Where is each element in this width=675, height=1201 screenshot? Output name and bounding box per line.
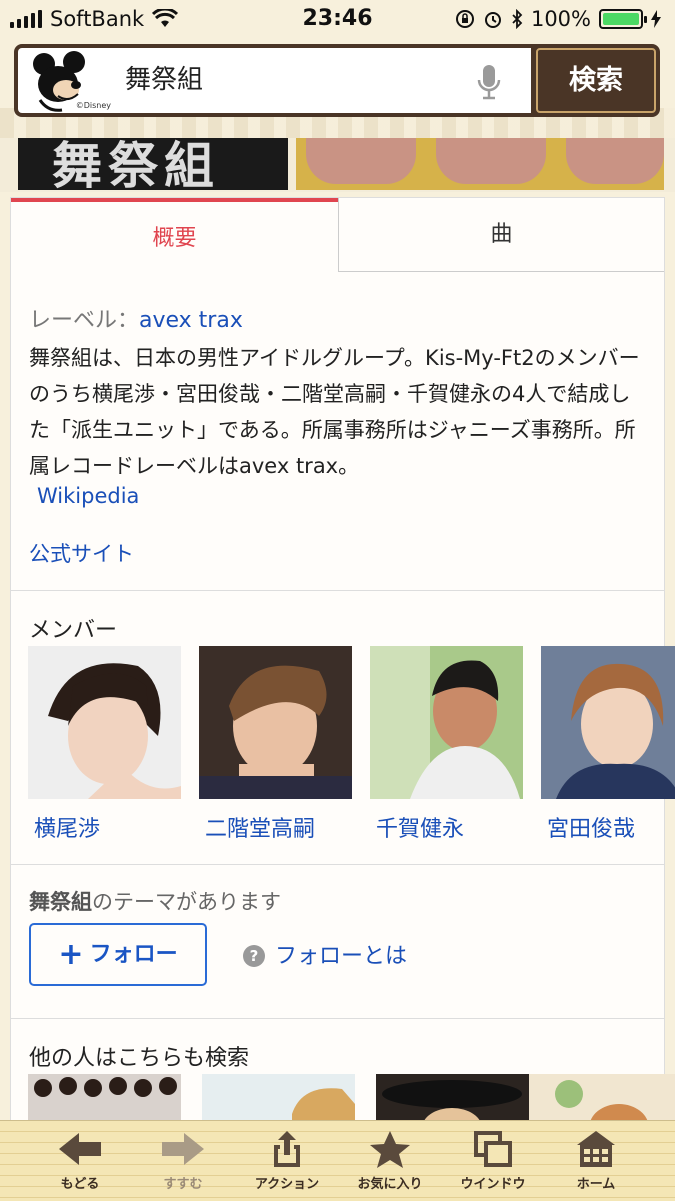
follow-button[interactable]: + フォロー	[29, 923, 207, 986]
member-name[interactable]: 千賀健永	[370, 811, 523, 843]
official-site-link[interactable]: 公式サイト	[29, 538, 134, 568]
member-name[interactable]: 横尾渉	[28, 811, 181, 843]
battery-icon	[599, 9, 647, 29]
windows-icon	[474, 1131, 512, 1167]
label-row: レーベル：avex trax	[29, 302, 243, 334]
hero-image-right[interactable]	[296, 138, 664, 190]
favorites-label: お気に入り	[357, 1177, 423, 1192]
members-list: 横尾渉 二階堂高嗣 千賀健永 宮田俊哉	[28, 646, 675, 846]
tab-songs[interactable]: 曲	[338, 198, 664, 272]
follow-help-label: フォローとは	[275, 944, 408, 969]
member-card[interactable]: 二階堂高嗣	[199, 646, 352, 843]
related-searches-title: 他の人はこちらも検索	[29, 1046, 250, 1071]
divider	[11, 1018, 664, 1019]
back-button[interactable]: もどる	[25, 1129, 135, 1192]
star-icon	[370, 1131, 410, 1168]
label-prefix: レーベル：	[29, 308, 140, 333]
theme-suffix: のテーマがあります	[92, 890, 281, 914]
divider	[11, 590, 664, 591]
battery-percent: 100%	[530, 7, 591, 31]
member-photo[interactable]	[199, 646, 352, 799]
label-link[interactable]: avex trax	[139, 308, 243, 333]
search-button[interactable]: 検索	[536, 48, 656, 113]
home-icon	[577, 1131, 615, 1167]
divider	[11, 864, 664, 865]
home-label: ホーム	[576, 1177, 616, 1192]
forward-arrow-icon	[162, 1133, 204, 1165]
search-query: 舞祭組	[125, 65, 204, 95]
member-name[interactable]: 二階堂高嗣	[199, 811, 352, 843]
back-arrow-icon	[59, 1133, 101, 1165]
action-button[interactable]: アクション	[232, 1129, 342, 1192]
follow-label: フォロー	[89, 942, 178, 967]
bottom-toolbar: もどる すすむ アクション お気に入り ウインドウ ホーム	[0, 1120, 675, 1201]
windows-label: ウインドウ	[460, 1177, 526, 1192]
member-card[interactable]: 千賀健永	[370, 646, 523, 843]
charging-icon	[651, 10, 661, 28]
action-label: アクション	[254, 1177, 320, 1192]
home-button[interactable]: ホーム	[541, 1129, 651, 1192]
theme-line: 舞祭組のテーマがあります	[29, 886, 281, 916]
alarm-icon	[484, 12, 501, 28]
member-photo[interactable]	[541, 646, 675, 799]
follow-help-link[interactable]: ? フォローとは	[243, 938, 407, 970]
logo-caption: ©Disney	[75, 101, 111, 110]
member-name[interactable]: 宮田俊哉	[541, 811, 675, 843]
member-card[interactable]: 横尾渉	[28, 646, 181, 843]
search-input[interactable]: 舞祭組	[115, 48, 531, 113]
back-label: もどる	[60, 1177, 100, 1192]
member-card[interactable]: 宮田俊哉	[541, 646, 675, 843]
tab-overview[interactable]: 概要	[11, 198, 338, 272]
windows-button[interactable]: ウインドウ	[438, 1129, 548, 1192]
knowledge-card: 概要 曲 レーベル：avex trax 舞祭組は、日本の男性アイドルグループ。K…	[10, 197, 675, 1154]
share-icon	[274, 1131, 300, 1167]
hero-images: 舞祭組	[0, 138, 675, 192]
mickey-logo-icon[interactable]: ©Disney	[18, 48, 115, 113]
search-bar: ©Disney 舞祭組 検索	[14, 44, 660, 117]
wikipedia-link[interactable]: Wikipedia	[37, 484, 139, 508]
member-photo[interactable]	[28, 646, 181, 799]
rotation-lock-icon	[455, 10, 474, 28]
description: 舞祭組は、日本の男性アイドルグループ。Kis-My-Ft2のメンバーのうち横尾渉…	[29, 346, 640, 478]
forward-label: すすむ	[163, 1177, 203, 1192]
status-bar: SoftBank 23:46 100%	[0, 0, 675, 40]
forward-button[interactable]: すすむ	[128, 1129, 238, 1192]
plus-icon: +	[58, 937, 84, 972]
hero-caption: 舞祭組	[52, 138, 220, 190]
microphone-icon[interactable]	[477, 64, 501, 100]
members-title: メンバー	[29, 618, 118, 643]
hero-image-left[interactable]: 舞祭組	[18, 138, 288, 190]
tab-bar: 概要 曲	[11, 198, 664, 272]
member-photo[interactable]	[370, 646, 523, 799]
help-icon: ?	[243, 945, 265, 967]
theme-name: 舞祭組	[29, 890, 92, 914]
favorites-button[interactable]: お気に入り	[335, 1129, 445, 1192]
bluetooth-icon	[512, 9, 523, 29]
